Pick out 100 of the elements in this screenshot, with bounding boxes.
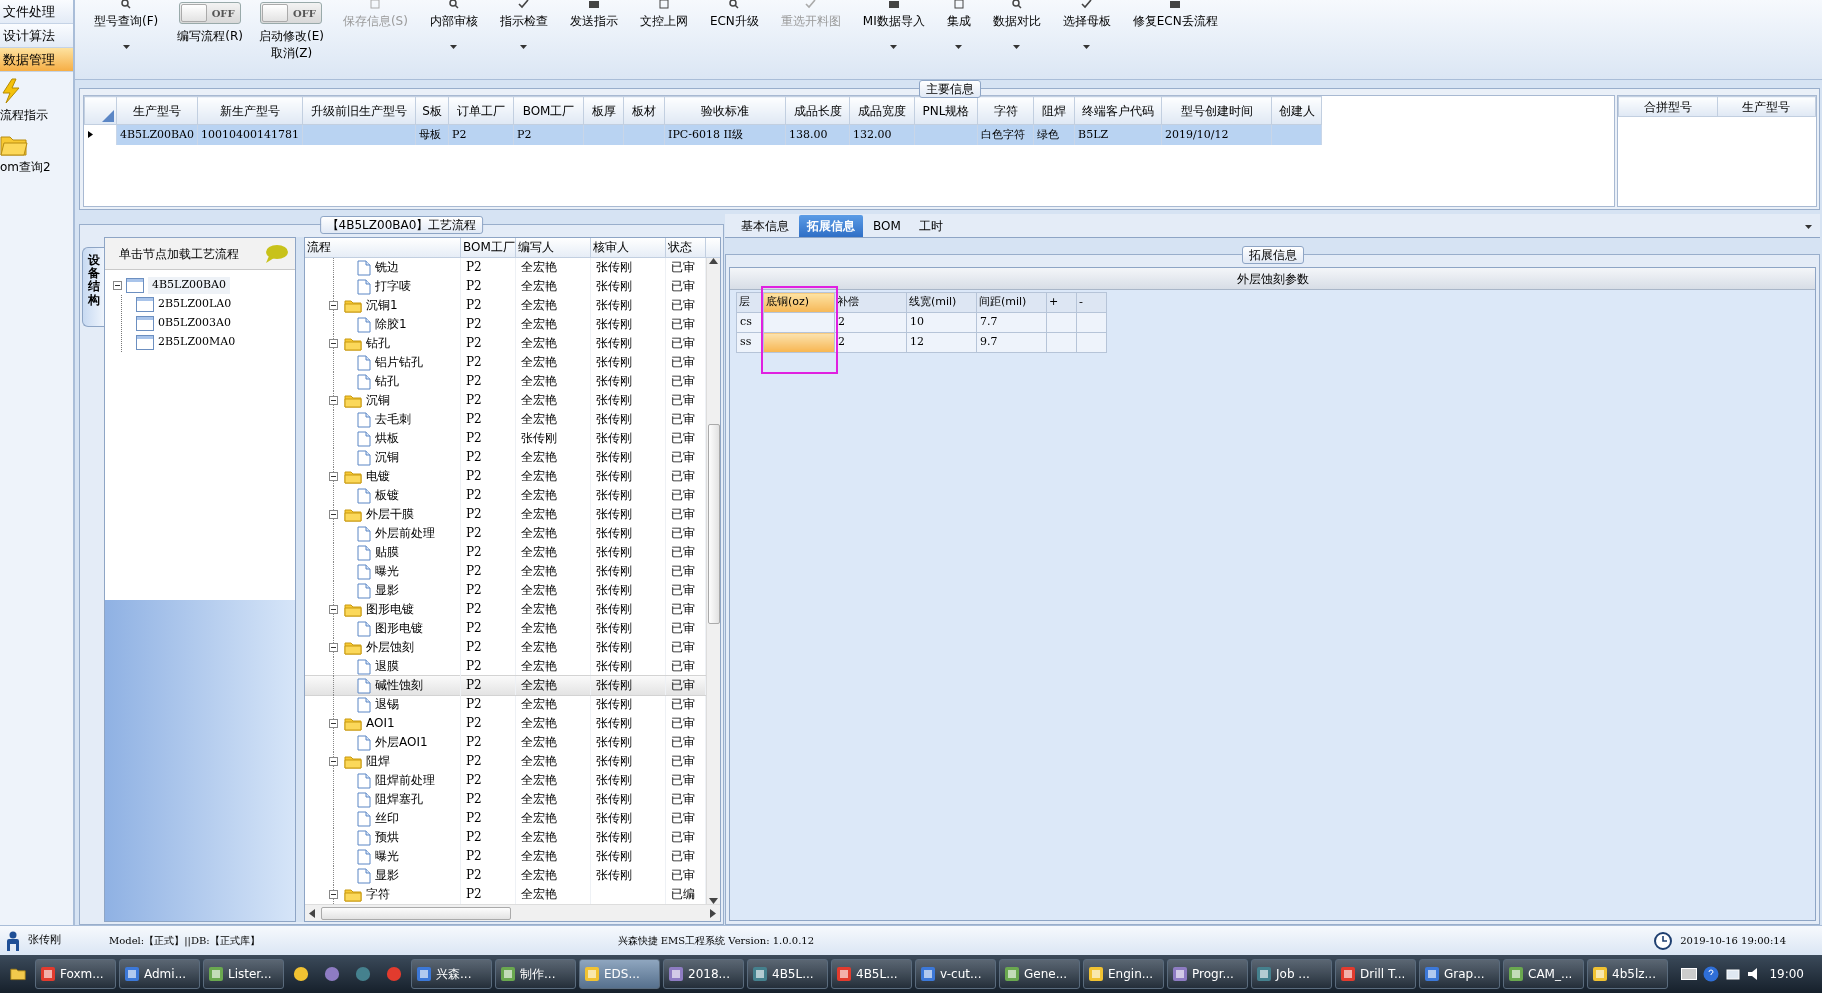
toolbar-button[interactable]: 数据对比 xyxy=(981,0,1052,49)
taskbar-button[interactable]: 4B5L... xyxy=(747,959,828,989)
process-row[interactable]: 铝片钻孔 P2 全宏艳 张传刚 已审 xyxy=(305,353,706,372)
process-row[interactable]: 板镀 P2 全宏艳 张传刚 已审 xyxy=(305,486,706,505)
process-row[interactable]: 阻焊前处理 P2 全宏艳 张传刚 已审 xyxy=(305,771,706,790)
process-row[interactable]: 图形电镀 P2 全宏艳 张传刚 已审 xyxy=(305,619,706,638)
process-row[interactable]: 电镀 P2 全宏艳 张传刚 已审 xyxy=(305,467,706,486)
process-row[interactable]: 显影 P2 全宏艳 张传刚 已审 xyxy=(305,581,706,600)
column-header[interactable]: 板厚 xyxy=(583,96,624,125)
collapse-icon[interactable] xyxy=(329,472,338,481)
taskbar-button[interactable]: Drill T... xyxy=(1335,959,1416,989)
column-header[interactable]: 合拼型号 xyxy=(1618,96,1717,117)
process-row[interactable]: 打字唛 P2 全宏艳 张传刚 已审 xyxy=(305,277,706,296)
toolbar-button[interactable]: 选择母板 xyxy=(1051,0,1122,49)
column-header[interactable]: 字符 xyxy=(977,96,1034,125)
column-header[interactable]: 间距(mil) xyxy=(976,292,1047,313)
taskbar-button[interactable]: Admi... xyxy=(119,959,200,989)
process-row[interactable]: 外层AOI1 P2 全宏艳 张传刚 已审 xyxy=(305,733,706,752)
process-row[interactable]: 外层干膜 P2 全宏艳 张传刚 已审 xyxy=(305,505,706,524)
collapse-icon[interactable] xyxy=(113,281,122,290)
toolbar-button[interactable]: 内部审核 xyxy=(418,0,489,49)
process-row[interactable]: 阻焊塞孔 P2 全宏艳 张传刚 已审 xyxy=(305,790,706,809)
column-header[interactable]: 层 xyxy=(736,292,764,313)
tree-node[interactable]: 2B5LZ00MA0 xyxy=(158,334,236,351)
collapse-icon[interactable] xyxy=(329,301,338,310)
column-header[interactable]: 成品宽度 xyxy=(849,96,915,125)
column-header[interactable]: 升级前旧生产型号 xyxy=(302,96,416,125)
column-header[interactable]: PNL规格 xyxy=(914,96,978,125)
collapse-icon[interactable] xyxy=(329,396,338,405)
column-header[interactable]: 底铜(oz) xyxy=(763,292,835,313)
column-header[interactable]: 板材 xyxy=(623,96,665,125)
collapse-icon[interactable] xyxy=(329,643,338,652)
tab[interactable]: 工时 xyxy=(910,215,951,237)
process-row[interactable]: 除胶1 P2 全宏艳 张传刚 已审 xyxy=(305,315,706,334)
process-row[interactable]: 沉铜1 P2 全宏艳 张传刚 已审 xyxy=(305,296,706,315)
taskbar-button[interactable]: 兴森... xyxy=(411,959,492,989)
process-row[interactable]: 退锡 P2 全宏艳 张传刚 已审 xyxy=(305,695,706,714)
toolbar-button[interactable]: 修复ECN丢流程 xyxy=(1121,0,1229,30)
column-header[interactable]: 订单工厂 xyxy=(448,96,514,125)
process-row[interactable]: 曝光 P2 全宏艳 张传刚 已审 xyxy=(305,847,706,866)
network-icon[interactable] xyxy=(1725,966,1742,982)
taskbar-button[interactable]: Lister... xyxy=(203,959,284,989)
tab[interactable]: BOM xyxy=(865,215,909,237)
process-row[interactable]: 显影 P2 全宏艳 张传刚 已审 xyxy=(305,866,706,885)
process-row[interactable]: 曝光 P2 全宏艳 张传刚 已审 xyxy=(305,562,706,581)
column-header[interactable]: 成品长度 xyxy=(785,96,850,125)
column-header[interactable]: 生产型号 xyxy=(1717,96,1816,117)
menu-item[interactable]: 数据管理 xyxy=(0,48,73,72)
process-row[interactable]: 丝印 P2 全宏艳 张传刚 已审 xyxy=(305,809,706,828)
tree-node[interactable]: 2B5LZ00LA0 xyxy=(158,296,232,313)
column-header[interactable]: 新生产型号 xyxy=(197,96,303,125)
taskbar-button[interactable]: 4B5L... xyxy=(831,959,912,989)
column-header[interactable]: - xyxy=(1076,292,1107,313)
menu-item[interactable]: 设计算法 xyxy=(0,24,73,48)
toolbar-button[interactable]: ECN升级 xyxy=(698,0,770,30)
toolbar-button[interactable]: MI数据导入 xyxy=(851,0,936,49)
toolbar-button[interactable]: 文控上网 xyxy=(628,0,699,30)
taskbar-button[interactable]: Foxm... xyxy=(35,959,116,989)
column-header[interactable]: + xyxy=(1046,292,1077,313)
process-row[interactable]: 钻孔 P2 全宏艳 张传刚 已审 xyxy=(305,372,706,391)
column-header[interactable]: 流程 xyxy=(305,238,461,257)
taskbar-button[interactable]: v-cut... xyxy=(915,959,996,989)
taskbar-button[interactable]: Engin... xyxy=(1083,959,1164,989)
toolbar-button[interactable]: 集成 xyxy=(935,0,982,49)
toggle-switch[interactable]: OFF xyxy=(260,2,323,24)
process-row[interactable]: 贴膜 P2 全宏艳 张传刚 已审 xyxy=(305,543,706,562)
column-header[interactable]: 阻焊 xyxy=(1033,96,1075,125)
process-row[interactable]: 阻焊 P2 全宏艳 张传刚 已审 xyxy=(305,752,706,771)
process-row[interactable]: 沉铜 P2 全宏艳 张传刚 已审 xyxy=(305,391,706,410)
taskbar-button[interactable]: Progr... xyxy=(1167,959,1248,989)
process-row[interactable]: 碱性蚀刻 P2 全宏艳 张传刚 已审 xyxy=(305,676,706,695)
column-header[interactable]: 编写人 xyxy=(516,238,591,257)
tree-node[interactable]: 4B5LZ00BA0 xyxy=(148,277,231,294)
menu-item[interactable]: 文件处理 xyxy=(0,0,73,24)
taskbar-button[interactable]: 2018... xyxy=(663,959,744,989)
toolbar-button[interactable]: 型号查询(F) xyxy=(83,0,170,49)
column-header[interactable]: S板 xyxy=(415,96,449,125)
collapse-icon[interactable] xyxy=(329,605,338,614)
column-header[interactable]: 验收标准 xyxy=(664,96,786,125)
column-header[interactable]: 生产型号 xyxy=(116,96,198,125)
collapse-icon[interactable] xyxy=(329,757,338,766)
scrollbar[interactable] xyxy=(706,258,720,904)
column-header[interactable]: BOM工厂 xyxy=(461,238,516,257)
help-icon[interactable] xyxy=(1703,966,1720,982)
scrollbar[interactable] xyxy=(305,904,720,921)
column-header[interactable]: 型号创建时间 xyxy=(1161,96,1272,125)
toggle-switch[interactable]: OFF xyxy=(179,2,242,24)
column-header[interactable]: 状态 xyxy=(666,238,706,257)
side-tab[interactable]: 设备结构 xyxy=(82,247,104,327)
taskbar-button[interactable]: Grap... xyxy=(1419,959,1500,989)
collapse-icon[interactable] xyxy=(329,719,338,728)
collapse-icon[interactable] xyxy=(329,890,338,899)
taskbar-button[interactable]: Job ... xyxy=(1251,959,1332,989)
toolbar-button[interactable]: 发送指示 xyxy=(558,0,629,30)
column-header[interactable]: BOM工厂 xyxy=(513,96,584,125)
process-row[interactable]: AOI1 P2 全宏艳 张传刚 已审 xyxy=(305,714,706,733)
column-header[interactable]: 核审人 xyxy=(591,238,666,257)
toolbar-button[interactable]: 指示检查 xyxy=(488,0,559,49)
tree-node[interactable]: 0B5LZ003A0 xyxy=(158,315,231,332)
column-header[interactable]: 线宽(mil) xyxy=(906,292,977,313)
